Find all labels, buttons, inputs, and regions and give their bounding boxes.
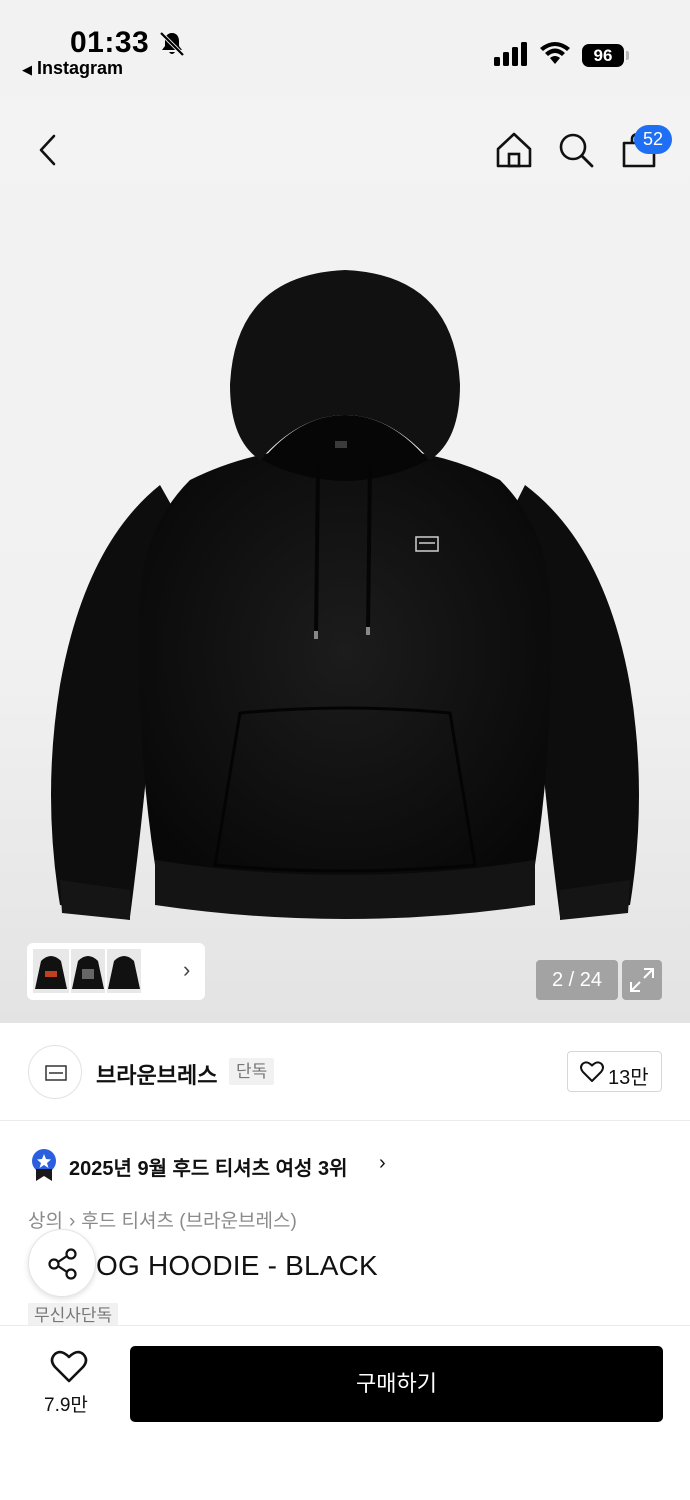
battery-tip [626, 51, 629, 60]
ranking-link[interactable]: 2025년 9월 후드 티셔츠 여성 3위 [69, 1152, 348, 1181]
thumbnail-2[interactable] [71, 949, 105, 993]
status-time: 01:33 [70, 26, 150, 59]
cart-count-badge: 52 [634, 125, 672, 154]
back-arrow-icon[interactable] [30, 130, 70, 170]
buy-button[interactable]: 구매하기 [130, 1346, 663, 1422]
expand-button[interactable] [622, 960, 662, 1000]
brand-name[interactable]: 브라운브레스 [96, 1058, 217, 1090]
wishlist-count: 7.9만 [44, 1395, 88, 1416]
brand-logo-mark [45, 1065, 67, 1081]
product-image[interactable] [30, 265, 660, 935]
bottom-action-bar: 7.9만 구매하기 [0, 1325, 690, 1500]
brand-row: 브라운브레스 단독 13만 [0, 1023, 690, 1121]
back-app-label: Instagram [37, 58, 124, 78]
home-icon[interactable] [494, 130, 534, 170]
status-bar: 01:33 ◀ Instagram 96 [0, 0, 690, 95]
breadcrumb-subcategory[interactable]: 후드 티셔츠 (브라운브레스) [81, 1211, 297, 1232]
back-to-app-link[interactable]: ◀ Instagram [22, 58, 123, 79]
heart-icon [580, 1061, 604, 1082]
product-title: OG HOODIE - BLACK [96, 1250, 378, 1281]
thumbnail-3[interactable] [107, 949, 141, 993]
thumbnail-strip[interactable]: › [27, 943, 205, 1000]
brand-like-count: 13만 [608, 1067, 649, 1089]
wishlist-heart-icon[interactable] [50, 1350, 88, 1384]
expand-icon [630, 968, 654, 992]
ranking-chevron-icon[interactable]: › [379, 1152, 386, 1175]
share-icon [48, 1248, 77, 1280]
battery-level: 96 [582, 44, 624, 67]
signal-icon [494, 42, 527, 66]
ranking-medal-icon [32, 1149, 56, 1181]
back-triangle-icon: ◀ [22, 62, 32, 77]
thumbnail-next-chevron[interactable]: › [183, 957, 190, 983]
breadcrumb-separator: › [68, 1211, 76, 1232]
search-icon[interactable] [556, 130, 596, 170]
wifi-icon [540, 42, 570, 64]
bell-slash-icon [159, 31, 185, 57]
product-gallery[interactable]: 52 › 2 / 24 [0, 95, 690, 1023]
share-button[interactable] [28, 1229, 96, 1297]
thumbnail-1[interactable] [33, 949, 69, 993]
image-page-indicator: 2 / 24 [536, 960, 618, 1000]
brand-exclusive-tag: 단독 [229, 1058, 275, 1085]
brand-like-button[interactable]: 13만 [567, 1051, 662, 1092]
musinsa-exclusive-tag: 무신사단독 [28, 1303, 119, 1327]
brand-logo[interactable] [28, 1045, 82, 1099]
